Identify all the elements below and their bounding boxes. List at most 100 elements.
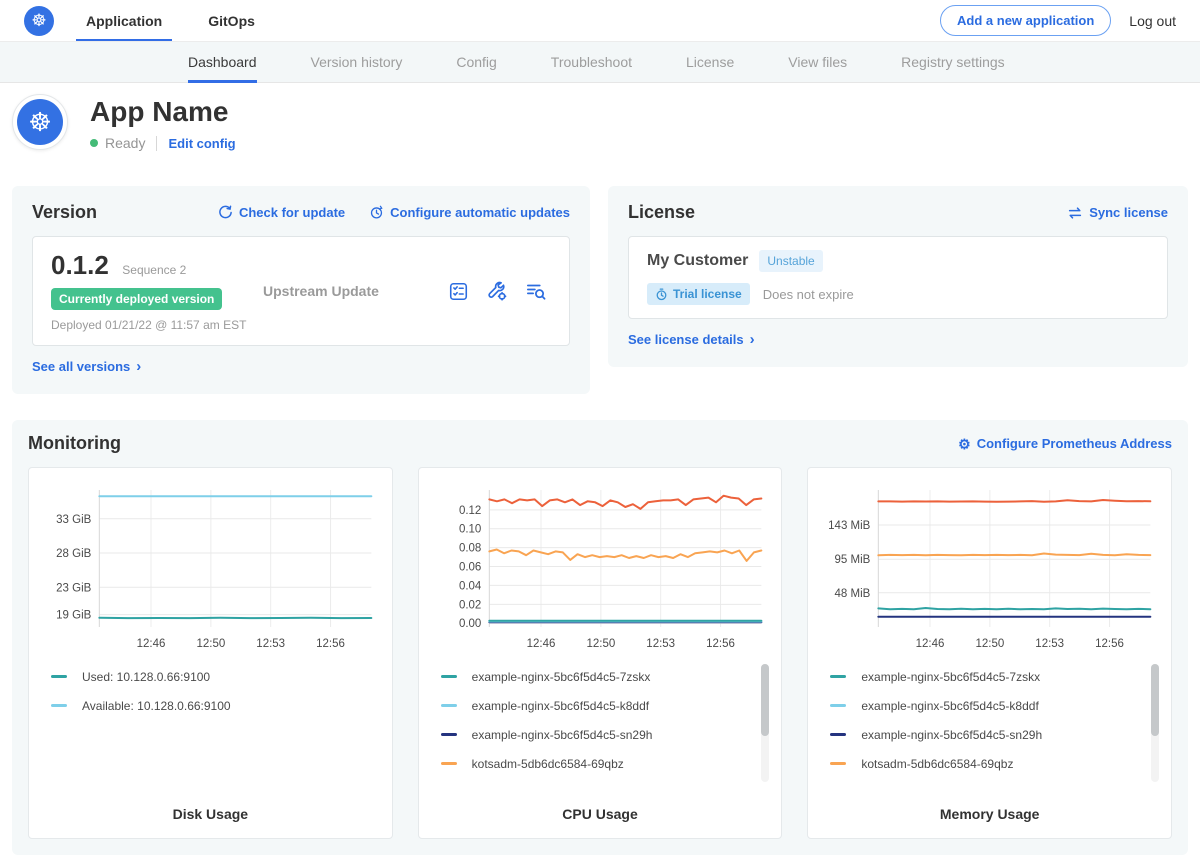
chart-legend[interactable]: example-nginx-5bc6f5d4c5-7zskx example-ng… <box>431 662 770 790</box>
legend-label: example-nginx-5bc6f5d4c5-sn29h <box>472 728 653 742</box>
legend-color-dash <box>441 675 457 678</box>
chart-legend[interactable]: example-nginx-5bc6f5d4c5-7zskx example-ng… <box>820 662 1159 790</box>
kubernetes-logo-icon: ☸ <box>24 6 54 36</box>
svg-text:12:56: 12:56 <box>1095 638 1124 650</box>
divider <box>156 136 157 151</box>
memory-usage-chart-card: 12:4612:5012:5312:5648 MiB95 MiB143 MiB … <box>807 467 1172 839</box>
tab-license[interactable]: License <box>686 42 734 82</box>
check-for-update-link[interactable]: Check for update <box>218 205 345 220</box>
legend-label: kotsadm-5db6dc6584-69qbz <box>472 757 624 771</box>
app-avatar: ☸ <box>12 94 68 150</box>
svg-text:19 GiB: 19 GiB <box>56 610 91 622</box>
version-sequence: Sequence 2 <box>122 263 186 277</box>
configure-automatic-updates-link[interactable]: Configure automatic updates <box>369 205 570 220</box>
app-tabbar: Dashboard Version history Config Trouble… <box>0 41 1200 83</box>
legend-label: kotsadm-5db6dc6584-69qbz <box>861 757 1013 771</box>
status-dot-icon <box>90 139 98 147</box>
legend-label: example-nginx-5bc6f5d4c5-sn29h <box>861 728 1042 742</box>
tab-registry-settings[interactable]: Registry settings <box>901 42 1004 82</box>
legend-item: example-nginx-5bc6f5d4c5-7zskx <box>830 662 1159 691</box>
legend-item: Used: 10.128.0.66:9100 <box>51 662 380 691</box>
see-license-details-link[interactable]: See license details › <box>628 332 755 347</box>
svg-text:28 GiB: 28 GiB <box>56 548 91 560</box>
version-number: 0.1.2 <box>51 250 109 280</box>
svg-text:12:56: 12:56 <box>316 638 345 650</box>
see-all-versions-link[interactable]: See all versions › <box>32 359 141 374</box>
license-card-title: License <box>628 202 695 223</box>
legend-label: example-nginx-5bc6f5d4c5-k8ddf <box>472 699 649 713</box>
svg-text:0.06: 0.06 <box>459 562 481 574</box>
legend-item: kotsadm-5db6dc6584-69qbz <box>830 749 1159 778</box>
legend-label: Available: 10.128.0.66:9100 <box>82 699 231 713</box>
svg-text:33 GiB: 33 GiB <box>56 514 91 526</box>
legend-color-dash <box>51 675 67 678</box>
legend-item: example-nginx-5bc6f5d4c5-7zskx <box>441 662 770 691</box>
monitoring-section: Monitoring ⚙ Configure Prometheus Addres… <box>12 420 1188 855</box>
disk-usage-chart: 12:4612:5012:5312:5619 GiB23 GiB28 GiB33… <box>41 480 380 654</box>
top-navbar: ☸ Application GitOps Add a new applicati… <box>0 0 1200 41</box>
status-text: Ready <box>105 135 145 151</box>
legend-color-dash <box>830 704 846 707</box>
svg-text:12:50: 12:50 <box>586 638 615 650</box>
svg-text:12:56: 12:56 <box>706 638 735 650</box>
legend-label: example-nginx-5bc6f5d4c5-k8ddf <box>861 699 1038 713</box>
legend-label: example-nginx-5bc6f5d4c5-7zskx <box>861 670 1040 684</box>
memory-usage-chart: 12:4612:5012:5312:5648 MiB95 MiB143 MiB <box>820 480 1159 654</box>
chevron-right-icon: › <box>136 359 141 374</box>
legend-item: kotsadm-5db6dc6584-69qbz <box>441 749 770 778</box>
topnav-tab-gitops[interactable]: GitOps <box>202 0 261 41</box>
legend-scrollbar-thumb[interactable] <box>1151 664 1159 736</box>
svg-text:12:53: 12:53 <box>646 638 675 650</box>
clock-refresh-icon <box>369 205 384 220</box>
legend-scrollbar-thumb[interactable] <box>761 664 769 736</box>
current-version-row: 0.1.2 Sequence 2 Currently deployed vers… <box>32 236 570 346</box>
svg-text:12:46: 12:46 <box>916 638 945 650</box>
add-new-application-button[interactable]: Add a new application <box>940 5 1111 36</box>
view-diff-icon[interactable] <box>525 280 547 302</box>
chart-title: Memory Usage <box>820 806 1159 822</box>
brand-logo[interactable]: ☸ <box>24 0 54 41</box>
cpu-usage-chart: 12:4612:5012:5312:560.000.020.040.060.08… <box>431 480 770 654</box>
chart-legend: Used: 10.128.0.66:9100 Available: 10.128.… <box>41 662 380 790</box>
svg-text:0.08: 0.08 <box>459 543 481 555</box>
refresh-icon <box>218 205 233 220</box>
tab-troubleshoot[interactable]: Troubleshoot <box>551 42 632 82</box>
svg-text:0.10: 0.10 <box>459 524 481 536</box>
svg-text:0.04: 0.04 <box>459 580 482 592</box>
legend-color-dash <box>441 762 457 765</box>
monitoring-title: Monitoring <box>28 433 121 454</box>
configure-prometheus-link[interactable]: ⚙ Configure Prometheus Address <box>958 436 1172 451</box>
version-source-label: Upstream Update <box>263 283 448 299</box>
legend-color-dash <box>441 704 457 707</box>
kubernetes-app-icon: ☸ <box>17 99 63 145</box>
legend-item: example-nginx-5bc6f5d4c5-k8ddf <box>830 691 1159 720</box>
disk-usage-chart-card: 12:4612:5012:5312:5619 GiB23 GiB28 GiB33… <box>28 467 393 839</box>
legend-item: example-nginx-5bc6f5d4c5-k8ddf <box>441 691 770 720</box>
svg-text:143 MiB: 143 MiB <box>828 520 871 532</box>
customer-name: My Customer <box>647 252 748 270</box>
gear-icon: ⚙ <box>958 437 971 451</box>
tab-view-files[interactable]: View files <box>788 42 847 82</box>
legend-color-dash <box>830 675 846 678</box>
svg-text:12:53: 12:53 <box>1036 638 1065 650</box>
sync-icon <box>1067 206 1083 220</box>
chevron-right-icon: › <box>750 332 755 347</box>
svg-text:0.12: 0.12 <box>459 505 481 517</box>
svg-text:12:50: 12:50 <box>976 638 1005 650</box>
tab-version-history[interactable]: Version history <box>311 42 403 82</box>
preflight-checks-icon[interactable] <box>448 281 469 302</box>
legend-color-dash <box>830 762 846 765</box>
topnav-tab-application[interactable]: Application <box>80 0 168 41</box>
legend-label: Used: 10.128.0.66:9100 <box>82 670 210 684</box>
edit-config-icon[interactable] <box>486 280 508 302</box>
version-card-title: Version <box>32 202 97 223</box>
sync-license-link[interactable]: Sync license <box>1067 205 1168 220</box>
svg-text:12:46: 12:46 <box>137 638 166 650</box>
svg-text:12:53: 12:53 <box>256 638 285 650</box>
edit-config-link[interactable]: Edit config <box>168 136 235 151</box>
logout-link[interactable]: Log out <box>1129 13 1176 29</box>
tab-config[interactable]: Config <box>456 42 496 82</box>
svg-text:0.00: 0.00 <box>459 618 481 630</box>
svg-text:0.02: 0.02 <box>459 599 481 611</box>
tab-dashboard[interactable]: Dashboard <box>188 42 257 82</box>
